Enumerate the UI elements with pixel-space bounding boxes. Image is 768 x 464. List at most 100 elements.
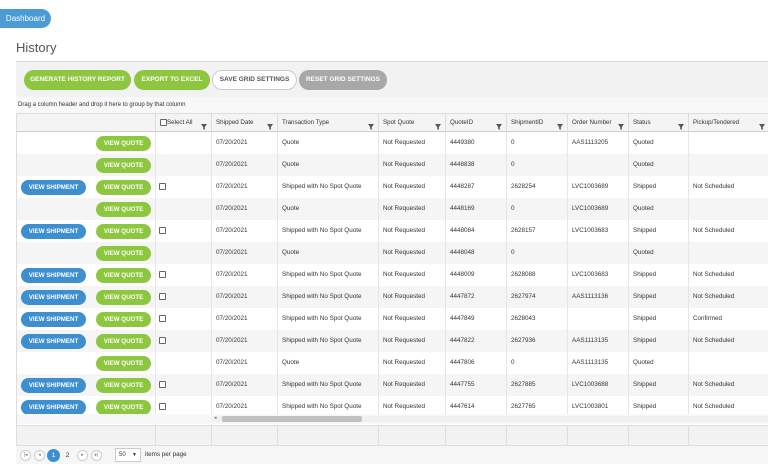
- prev-page-icon[interactable]: ◂: [34, 450, 45, 461]
- view-quote-button[interactable]: VIEW QUOTE: [96, 202, 151, 217]
- cell-order-number: AAS1113135: [567, 330, 628, 352]
- row-checkbox[interactable]: [159, 403, 166, 410]
- cell-shipped-date: 07/20/2021: [211, 286, 277, 308]
- cell-quote-id: 4448169: [445, 198, 506, 220]
- save-grid-settings-button[interactable]: Save Grid Settings: [212, 70, 297, 90]
- view-quote-button[interactable]: VIEW QUOTE: [96, 268, 151, 283]
- view-quote-button[interactable]: VIEW QUOTE: [96, 312, 151, 327]
- last-page-icon[interactable]: ▸|: [91, 450, 102, 461]
- dashboard-button[interactable]: Dashboard: [0, 9, 51, 28]
- row-checkbox[interactable]: [159, 227, 166, 234]
- view-shipment-button[interactable]: VIEW SHIPMENT: [21, 378, 86, 393]
- row-checkbox[interactable]: [159, 337, 166, 344]
- cell-quote-id: 4448287: [445, 176, 506, 198]
- page-2-button[interactable]: 2: [61, 449, 74, 462]
- header-shipment-id[interactable]: ShipmentID: [506, 114, 567, 132]
- cell-spot-quote: Not Requested: [378, 308, 445, 330]
- view-shipment-button[interactable]: VIEW SHIPMENT: [21, 334, 86, 349]
- header-spot-quote[interactable]: Spot Quote: [378, 114, 445, 132]
- cell-pickup-tendered: [688, 198, 768, 220]
- view-quote-button[interactable]: VIEW QUOTE: [96, 356, 151, 371]
- cell-spot-quote: Not Requested: [378, 176, 445, 198]
- cell-quote-id: 4448009: [445, 264, 506, 286]
- select-all-checkbox[interactable]: [160, 118, 167, 126]
- reset-grid-settings-button[interactable]: Reset Grid Settings: [299, 70, 387, 90]
- view-quote-button[interactable]: VIEW QUOTE: [96, 136, 151, 151]
- footer-divider: [688, 426, 693, 445]
- view-quote-button[interactable]: VIEW QUOTE: [96, 246, 151, 261]
- cell-select: [155, 132, 211, 154]
- cell-status: Quoted: [628, 198, 688, 220]
- filter-icon[interactable]: [678, 120, 684, 130]
- table-row[interactable]: VIEW QUOTE 07/20/2021 Quote Not Requested 44…: [17, 132, 768, 154]
- cell-pickup-tendered: [688, 132, 768, 154]
- scrollbar-thumb[interactable]: [222, 416, 362, 422]
- cell-transaction-type: Quote: [277, 198, 378, 220]
- cell-select: [155, 198, 211, 220]
- cell-shipped-date: 07/20/2021: [211, 330, 277, 352]
- table-row[interactable]: VIEW QUOTE 07/20/2021 Quote Not Requested 44…: [17, 242, 768, 264]
- table-row[interactable]: VIEW SHIPMENT VIEW QUOTE 07/20/2021 Shipped…: [17, 286, 768, 308]
- table-row[interactable]: VIEW SHIPMENT VIEW QUOTE 07/20/2021 Shipped…: [17, 374, 768, 396]
- header-transaction-type[interactable]: Transaction Type: [277, 114, 378, 132]
- view-shipment-button[interactable]: VIEW SHIPMENT: [21, 180, 86, 195]
- header-shipped-date[interactable]: Shipped Date: [211, 114, 277, 132]
- view-quote-button[interactable]: VIEW QUOTE: [96, 334, 151, 349]
- filter-icon[interactable]: [201, 120, 207, 130]
- generate-history-report-button[interactable]: Generate History Report: [24, 70, 131, 90]
- table-row[interactable]: VIEW QUOTE 07/20/2021 Quote Not Requested 44…: [17, 198, 768, 220]
- footer-divider: [378, 426, 383, 445]
- view-shipment-button[interactable]: VIEW SHIPMENT: [21, 400, 86, 415]
- view-quote-button[interactable]: VIEW QUOTE: [96, 158, 151, 173]
- horizontal-scrollbar[interactable]: ◂: [17, 414, 768, 424]
- header-status[interactable]: Status: [628, 114, 688, 132]
- cell-pickup-tendered: Confirmed: [688, 308, 768, 330]
- cell-status: Shipped: [628, 220, 688, 242]
- header-quote-id[interactable]: QuoteID: [445, 114, 506, 132]
- cell-status: Quoted: [628, 154, 688, 176]
- table-row[interactable]: VIEW SHIPMENT VIEW QUOTE 07/20/2021 Shipped…: [17, 264, 768, 286]
- view-shipment-button[interactable]: VIEW SHIPMENT: [21, 268, 86, 283]
- next-page-icon[interactable]: ▸: [77, 450, 88, 461]
- table-row[interactable]: VIEW SHIPMENT VIEW QUOTE 07/20/2021 Shipped…: [17, 176, 768, 198]
- view-quote-button[interactable]: VIEW QUOTE: [96, 180, 151, 195]
- table-row[interactable]: VIEW QUOTE 07/20/2021 Quote Not Requested 44…: [17, 352, 768, 374]
- table-row[interactable]: VIEW SHIPMENT VIEW QUOTE 07/20/2021 Shipped…: [17, 330, 768, 352]
- cell-shipment-id: 0: [506, 132, 567, 154]
- group-by-drop-zone[interactable]: Drag a column header and drop it here to…: [16, 97, 768, 114]
- filter-icon[interactable]: [435, 120, 441, 130]
- table-row[interactable]: VIEW SHIPMENT VIEW QUOTE 07/20/2021 Shipped…: [17, 220, 768, 242]
- row-checkbox[interactable]: [159, 293, 166, 300]
- header-pickup-tendered[interactable]: Pickup/Tendered: [688, 114, 768, 132]
- row-checkbox[interactable]: [159, 183, 166, 190]
- filter-icon[interactable]: [759, 120, 765, 130]
- view-shipment-button[interactable]: VIEW SHIPMENT: [21, 312, 86, 327]
- table-row[interactable]: VIEW QUOTE 07/20/2021 Quote Not Requested 44…: [17, 154, 768, 176]
- view-quote-button[interactable]: VIEW QUOTE: [96, 290, 151, 305]
- filter-icon[interactable]: [368, 120, 374, 130]
- view-shipment-button[interactable]: VIEW SHIPMENT: [21, 290, 86, 305]
- cell-order-number: [567, 308, 628, 330]
- filter-icon[interactable]: [618, 120, 624, 130]
- export-to-excel-button[interactable]: Export to Excel: [134, 70, 210, 90]
- view-quote-button[interactable]: VIEW QUOTE: [96, 400, 151, 415]
- cell-status: Shipped: [628, 286, 688, 308]
- view-shipment-button[interactable]: VIEW SHIPMENT: [21, 224, 86, 239]
- filter-icon[interactable]: [557, 120, 563, 130]
- header-order-number[interactable]: Order Number: [567, 114, 628, 132]
- page-size-select[interactable]: 50 ▼: [115, 448, 141, 462]
- cell-shipment-id: 2627974: [506, 286, 567, 308]
- first-page-icon[interactable]: |◂: [20, 450, 31, 461]
- row-checkbox[interactable]: [159, 381, 166, 388]
- filter-icon[interactable]: [267, 120, 273, 130]
- cell-spot-quote: Not Requested: [378, 154, 445, 176]
- table-row[interactable]: VIEW SHIPMENT VIEW QUOTE 07/20/2021 Shipped…: [17, 308, 768, 330]
- view-quote-button[interactable]: VIEW QUOTE: [96, 378, 151, 393]
- view-quote-button[interactable]: VIEW QUOTE: [96, 224, 151, 239]
- filter-icon[interactable]: [496, 120, 502, 130]
- page-1-button[interactable]: 1: [47, 449, 60, 462]
- row-checkbox[interactable]: [159, 271, 166, 278]
- scroll-left-arrow-icon[interactable]: ◂: [214, 415, 217, 421]
- row-checkbox[interactable]: [159, 315, 166, 322]
- cell-pickup-tendered: Not Scheduled: [688, 374, 768, 396]
